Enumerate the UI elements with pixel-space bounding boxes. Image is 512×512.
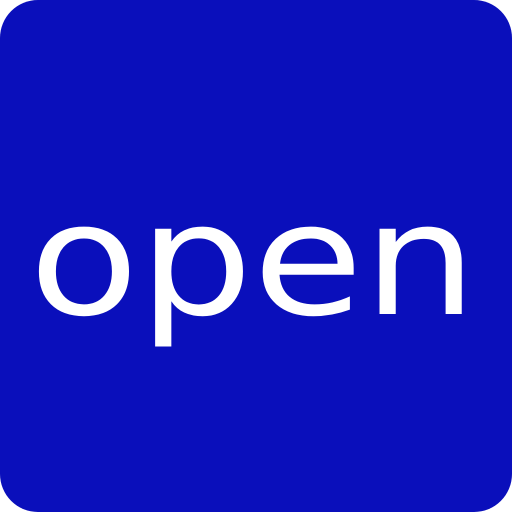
open-wordmark-logo: open: [29, 169, 477, 351]
open-app-icon: open: [0, 0, 512, 512]
logo-text: open: [29, 169, 477, 351]
